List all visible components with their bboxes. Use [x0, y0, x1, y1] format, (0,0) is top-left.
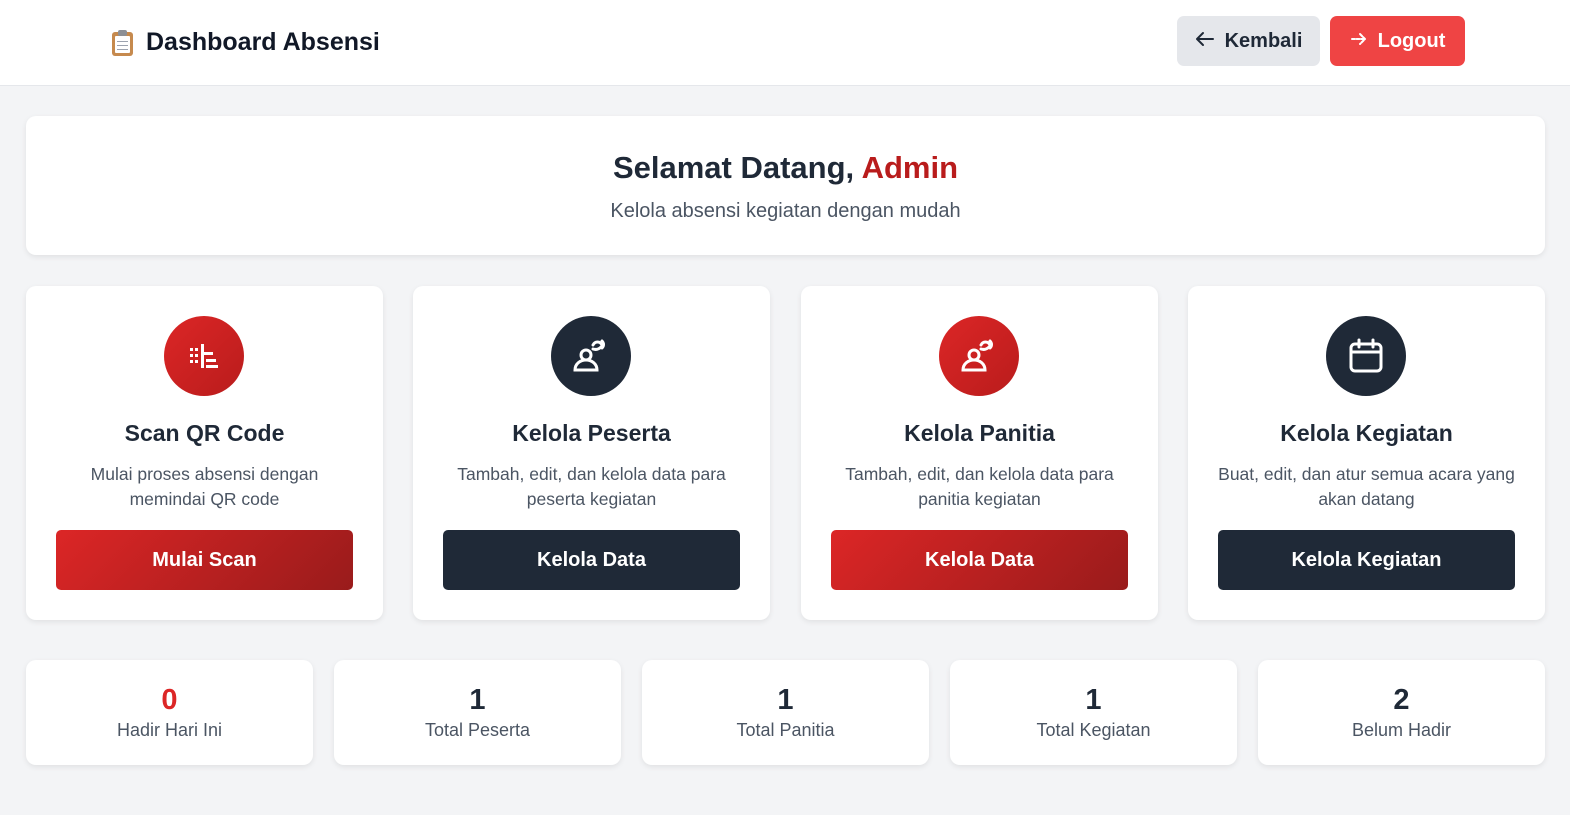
manage-participants-button[interactable]: Kelola Data [443, 530, 740, 590]
card-manage-participants: Kelola Peserta Tambah, edit, dan kelola … [413, 286, 770, 620]
stat-value: 0 [161, 684, 178, 716]
card-manage-committee: Kelola Panitia Tambah, edit, dan kelola … [801, 286, 1158, 620]
stat-value: 1 [777, 684, 794, 716]
stat-total-participants: 1 Total Peserta [334, 660, 621, 765]
stat-label: Hadir Hari Ini [116, 720, 223, 740]
card-title: Scan QR Code [124, 420, 285, 446]
card-scan-qr: Scan QR Code Mulai proses absensi dengan… [26, 286, 383, 620]
qr-scan-icon [164, 316, 244, 396]
manage-events-button[interactable]: Kelola Kegiatan [1218, 530, 1515, 590]
card-title: Kelola Panitia [904, 420, 1055, 446]
welcome-panel: Selamat Datang, Admin Kelola absensi keg… [26, 116, 1545, 255]
stat-total-events: 1 Total Kegiatan [950, 660, 1237, 765]
welcome-user-name: Admin [861, 150, 959, 185]
welcome-heading: Selamat Datang, Admin [26, 150, 1545, 186]
start-scan-button[interactable]: Mulai Scan [56, 530, 353, 590]
clipboard-icon [110, 29, 136, 57]
card-title: Kelola Peserta [512, 420, 671, 446]
stat-value: 2 [1393, 684, 1410, 716]
stat-total-committee: 1 Total Panitia [642, 660, 929, 765]
manage-committee-button[interactable]: Kelola Data [831, 530, 1128, 590]
card-description: Buat, edit, dan atur semua acara yang ak… [1218, 464, 1515, 509]
stat-label: Total Panitia [736, 720, 835, 740]
back-button[interactable]: Kembali [1177, 16, 1320, 66]
card-description: Mulai proses absensi dengan memindai QR … [90, 464, 319, 509]
user-group-icon [551, 316, 631, 396]
logout-arrow-icon [1350, 30, 1368, 53]
welcome-subtitle: Kelola absensi kegiatan dengan mudah [610, 200, 961, 222]
card-description: Tambah, edit, dan kelola data para peser… [457, 464, 726, 509]
stat-value: 1 [469, 684, 486, 716]
top-navbar: Dashboard Absensi Kembali Logout [0, 0, 1570, 86]
card-description: Tambah, edit, dan kelola data para panit… [845, 464, 1114, 509]
card-manage-events: Kelola Kegiatan Buat, edit, dan atur sem… [1188, 286, 1545, 620]
stat-present-today: 0 Hadir Hari Ini [26, 660, 313, 765]
arrow-left-icon [1195, 30, 1215, 53]
app-title: Dashboard Absensi [146, 28, 380, 56]
logout-button[interactable]: Logout [1330, 16, 1465, 66]
back-button-label: Kembali [1224, 29, 1303, 52]
stat-label: Total Kegiatan [1036, 720, 1151, 740]
stat-value: 1 [1085, 684, 1102, 716]
logout-button-label: Logout [1377, 29, 1446, 52]
welcome-greeting: Selamat Datang, [612, 150, 855, 185]
card-title: Kelola Kegiatan [1280, 420, 1453, 446]
stat-not-present: 2 Belum Hadir [1258, 660, 1545, 765]
stat-label: Belum Hadir [1351, 720, 1452, 740]
user-group-icon [939, 316, 1019, 396]
stat-label: Total Peserta [424, 720, 531, 740]
brand: Dashboard Absensi [110, 28, 380, 57]
calendar-icon [1326, 316, 1406, 396]
